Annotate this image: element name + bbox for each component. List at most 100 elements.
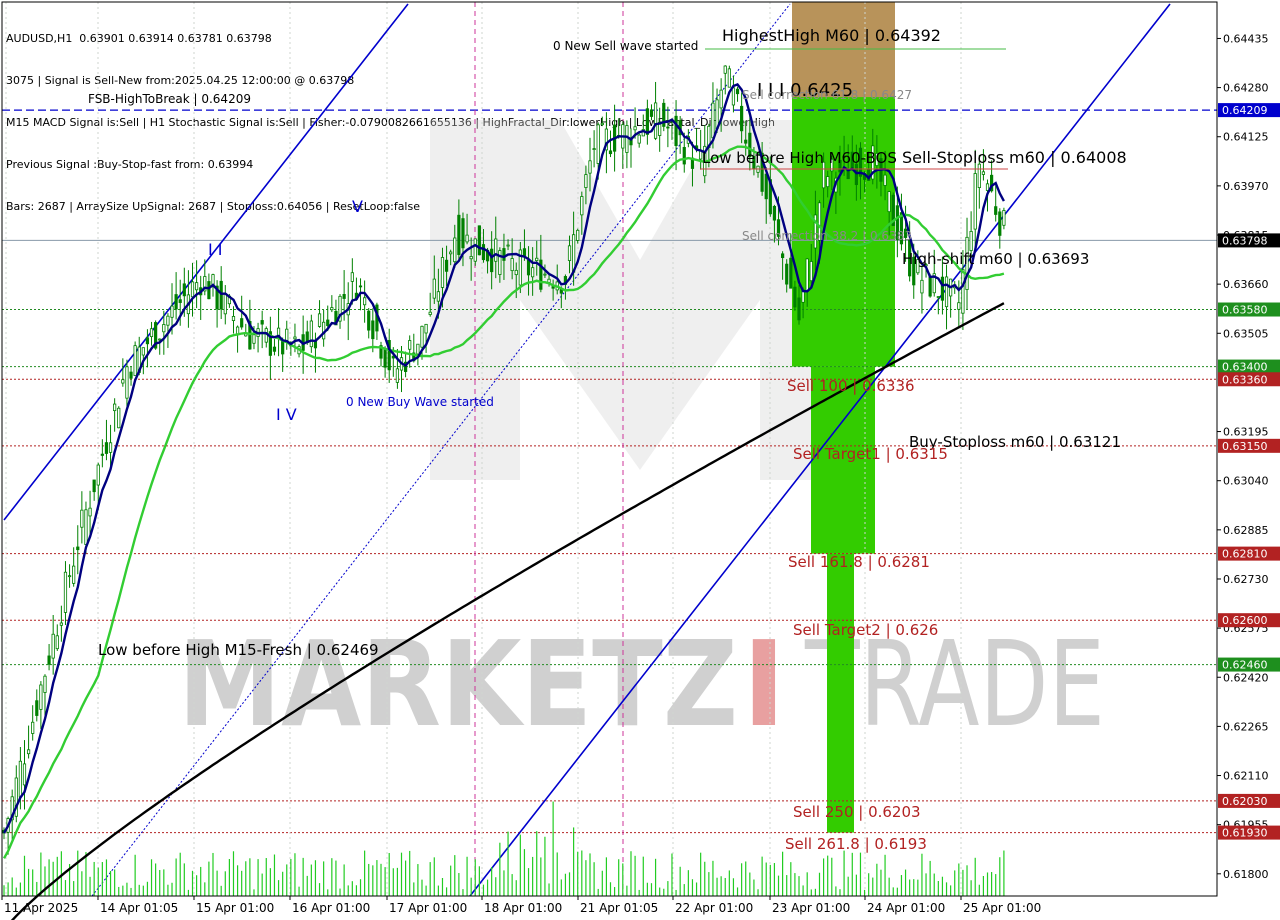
x-tick-label: 24 Apr 01:00	[867, 901, 945, 915]
y-tick-label: 0.63040	[1223, 475, 1269, 488]
candle-body	[219, 280, 223, 310]
price-tag-label: 0.63798	[1222, 234, 1268, 247]
candle-body	[113, 403, 117, 412]
candle-body	[461, 218, 465, 249]
candle-body	[637, 134, 641, 144]
candle-body	[957, 302, 961, 310]
candle-body	[457, 214, 461, 255]
price-tag-label: 0.63360	[1222, 373, 1268, 386]
candle-body	[43, 675, 47, 693]
chart-annotation: HighestHigh M60 | 0.64392	[722, 26, 941, 45]
candle-body	[600, 122, 604, 126]
candle-body	[420, 325, 424, 348]
chart-annotation: Sell-Stoploss m60 | 0.64008	[902, 148, 1127, 167]
candle-body	[350, 272, 354, 282]
candle-body	[231, 316, 236, 321]
candle-body	[129, 371, 133, 379]
price-tag-label: 0.62030	[1222, 795, 1268, 808]
candle-body	[18, 760, 22, 798]
x-tick-label: 16 Apr 01:00	[292, 901, 370, 915]
candle-body	[84, 509, 88, 545]
candle-body	[723, 65, 727, 74]
price-tag-label: 0.62600	[1222, 614, 1268, 627]
candle-body	[207, 281, 211, 300]
y-tick-label: 0.64125	[1223, 131, 1269, 144]
chart-annotation: 0 New Sell wave started	[553, 39, 698, 53]
candle-body	[260, 320, 264, 325]
candle-body	[985, 183, 990, 191]
candle-body	[994, 206, 998, 215]
candle-body	[408, 340, 412, 350]
y-tick-label: 0.62265	[1223, 720, 1269, 733]
candle-body	[440, 257, 445, 288]
candle-body	[936, 296, 940, 298]
chart-annotation: I V	[276, 405, 297, 424]
candle-body	[510, 258, 514, 272]
x-tick-label: 15 Apr 01:00	[196, 901, 274, 915]
x-tick-label: 25 Apr 01:00	[963, 901, 1041, 915]
candle-body	[727, 68, 731, 88]
candle-body	[854, 163, 858, 186]
candle-body	[285, 328, 289, 342]
chart-annotation: Sell 250 | 0.6203	[793, 803, 921, 821]
candle-body	[453, 237, 457, 263]
candle-body	[80, 509, 84, 528]
candle-body	[76, 546, 80, 551]
candle-body	[977, 163, 981, 189]
chart-annotation: High-shift m60 | 0.63693	[902, 250, 1089, 268]
y-tick-label: 0.63660	[1223, 278, 1269, 291]
candle-body	[735, 88, 740, 95]
zone-sell-261	[827, 553, 854, 833]
candle-body	[59, 622, 63, 626]
candle-body	[887, 191, 891, 213]
candle-body	[67, 575, 72, 578]
x-tick-label: 21 Apr 01:05	[580, 901, 658, 915]
candle-body	[88, 507, 92, 517]
candle-body	[96, 464, 100, 486]
chart-annotation: Sell correction 38.2 | 0.6383	[742, 229, 912, 243]
x-tick-label: 14 Apr 01:05	[100, 901, 178, 915]
candle-body	[272, 346, 277, 352]
candle-body	[363, 297, 367, 306]
candle-body	[63, 571, 68, 613]
candle-body	[981, 171, 986, 175]
candle-body	[293, 336, 297, 340]
y-tick-label: 0.63505	[1223, 327, 1269, 340]
candle-body	[449, 251, 453, 255]
candle-body	[162, 324, 166, 333]
candle-body	[395, 368, 400, 383]
candle-body	[805, 258, 809, 292]
candle-body	[1002, 210, 1006, 226]
candle-body	[22, 763, 27, 786]
candle-body	[809, 261, 813, 282]
price-chart[interactable]: MARKETZ I TRADE FSB-HighToBreak | 0.64209H…	[0, 0, 1280, 920]
candle-body	[170, 305, 174, 318]
candle-body	[55, 635, 59, 650]
candle-body	[47, 655, 51, 665]
candle-body	[100, 453, 104, 456]
candle-body	[51, 633, 55, 659]
candle-body	[584, 174, 588, 188]
price-tag-label: 0.63580	[1222, 304, 1268, 317]
candle-body	[383, 348, 387, 368]
price-tag-label: 0.61930	[1222, 827, 1268, 840]
candle-body	[125, 366, 129, 399]
candle-body	[789, 257, 793, 289]
candle-body	[744, 139, 748, 144]
candle-body	[944, 276, 949, 308]
candle-body	[424, 323, 428, 334]
candle-body	[567, 245, 572, 261]
y-tick-label: 0.62885	[1223, 524, 1269, 537]
chart-annotation: Sell Target2 | 0.626	[793, 621, 938, 639]
x-tick-label: 22 Apr 01:00	[675, 901, 753, 915]
candle-body	[608, 150, 613, 155]
candle-body	[772, 205, 777, 221]
candle-body	[535, 257, 539, 262]
chart-annotation: Low before High M60-BOS	[702, 149, 897, 167]
chart-annotation: I I	[208, 240, 223, 259]
candle-body	[309, 320, 313, 348]
candle-body	[342, 294, 346, 299]
candle-body	[35, 700, 39, 716]
candle-body	[252, 334, 256, 344]
candle-body	[674, 115, 678, 146]
